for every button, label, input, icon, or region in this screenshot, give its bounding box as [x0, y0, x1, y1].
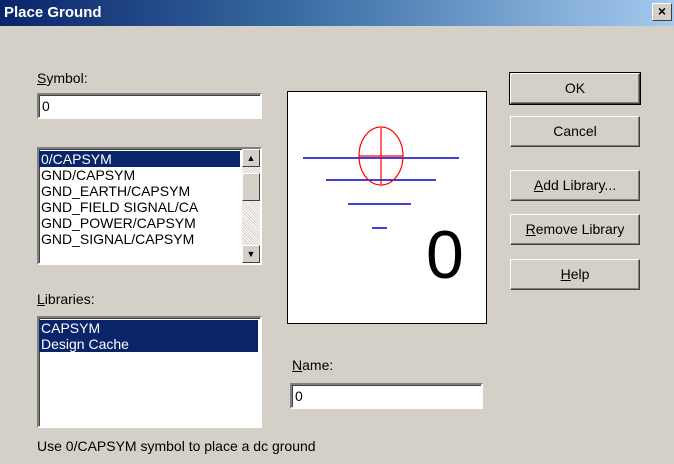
ground-symbol-graphic: 0	[303, 126, 464, 293]
scroll-thumb[interactable]	[242, 173, 260, 201]
status-text: Use 0/CAPSYM symbol to place a dc ground	[37, 438, 316, 454]
remove-library-button[interactable]: Remove Library	[510, 214, 640, 245]
name-label: Name:	[292, 357, 334, 373]
symbol-preview: 0	[287, 91, 487, 324]
symbol-list-item[interactable]: 0/CAPSYM	[39, 151, 240, 167]
cancel-button[interactable]: Cancel	[510, 116, 640, 147]
symbol-list-item[interactable]: GND_POWER/CAPSYM	[39, 215, 240, 231]
libraries-label: Libraries:	[37, 291, 95, 307]
symbol-list-item[interactable]: GND_EARTH/CAPSYM	[39, 183, 240, 199]
libraries-list[interactable]: CAPSYM Design Cache	[37, 316, 262, 428]
scroll-down-icon[interactable]: ▼	[242, 245, 260, 263]
title-bar: Place Ground ×	[0, 0, 674, 26]
library-list-item[interactable]: CAPSYM	[39, 320, 258, 336]
symbol-list[interactable]: 0/CAPSYM GND/CAPSYM GND_EARTH/CAPSYM GND_FI…	[37, 147, 262, 265]
preview-symbol-text: 0	[426, 217, 464, 293]
window-title: Place Ground	[4, 4, 102, 21]
symbol-list-item[interactable]: GND_FIELD SIGNAL/CA	[39, 199, 240, 215]
library-list-item[interactable]: Design Cache	[39, 336, 258, 352]
ok-button[interactable]: OK	[509, 72, 641, 105]
symbol-list-scrollbar[interactable]: ▲ ▼	[242, 149, 260, 263]
symbol-label: Symbol:	[37, 70, 88, 86]
symbol-list-item[interactable]: GND/CAPSYM	[39, 167, 240, 183]
symbol-list-item[interactable]: GND_SIGNAL/CAPSYM	[39, 231, 240, 247]
name-input[interactable]	[290, 383, 483, 409]
add-library-button[interactable]: Add Library...	[510, 170, 640, 201]
help-button[interactable]: Help	[510, 259, 640, 290]
symbol-input[interactable]	[37, 93, 262, 119]
scroll-up-icon[interactable]: ▲	[242, 149, 260, 167]
close-button[interactable]: ×	[652, 3, 672, 21]
